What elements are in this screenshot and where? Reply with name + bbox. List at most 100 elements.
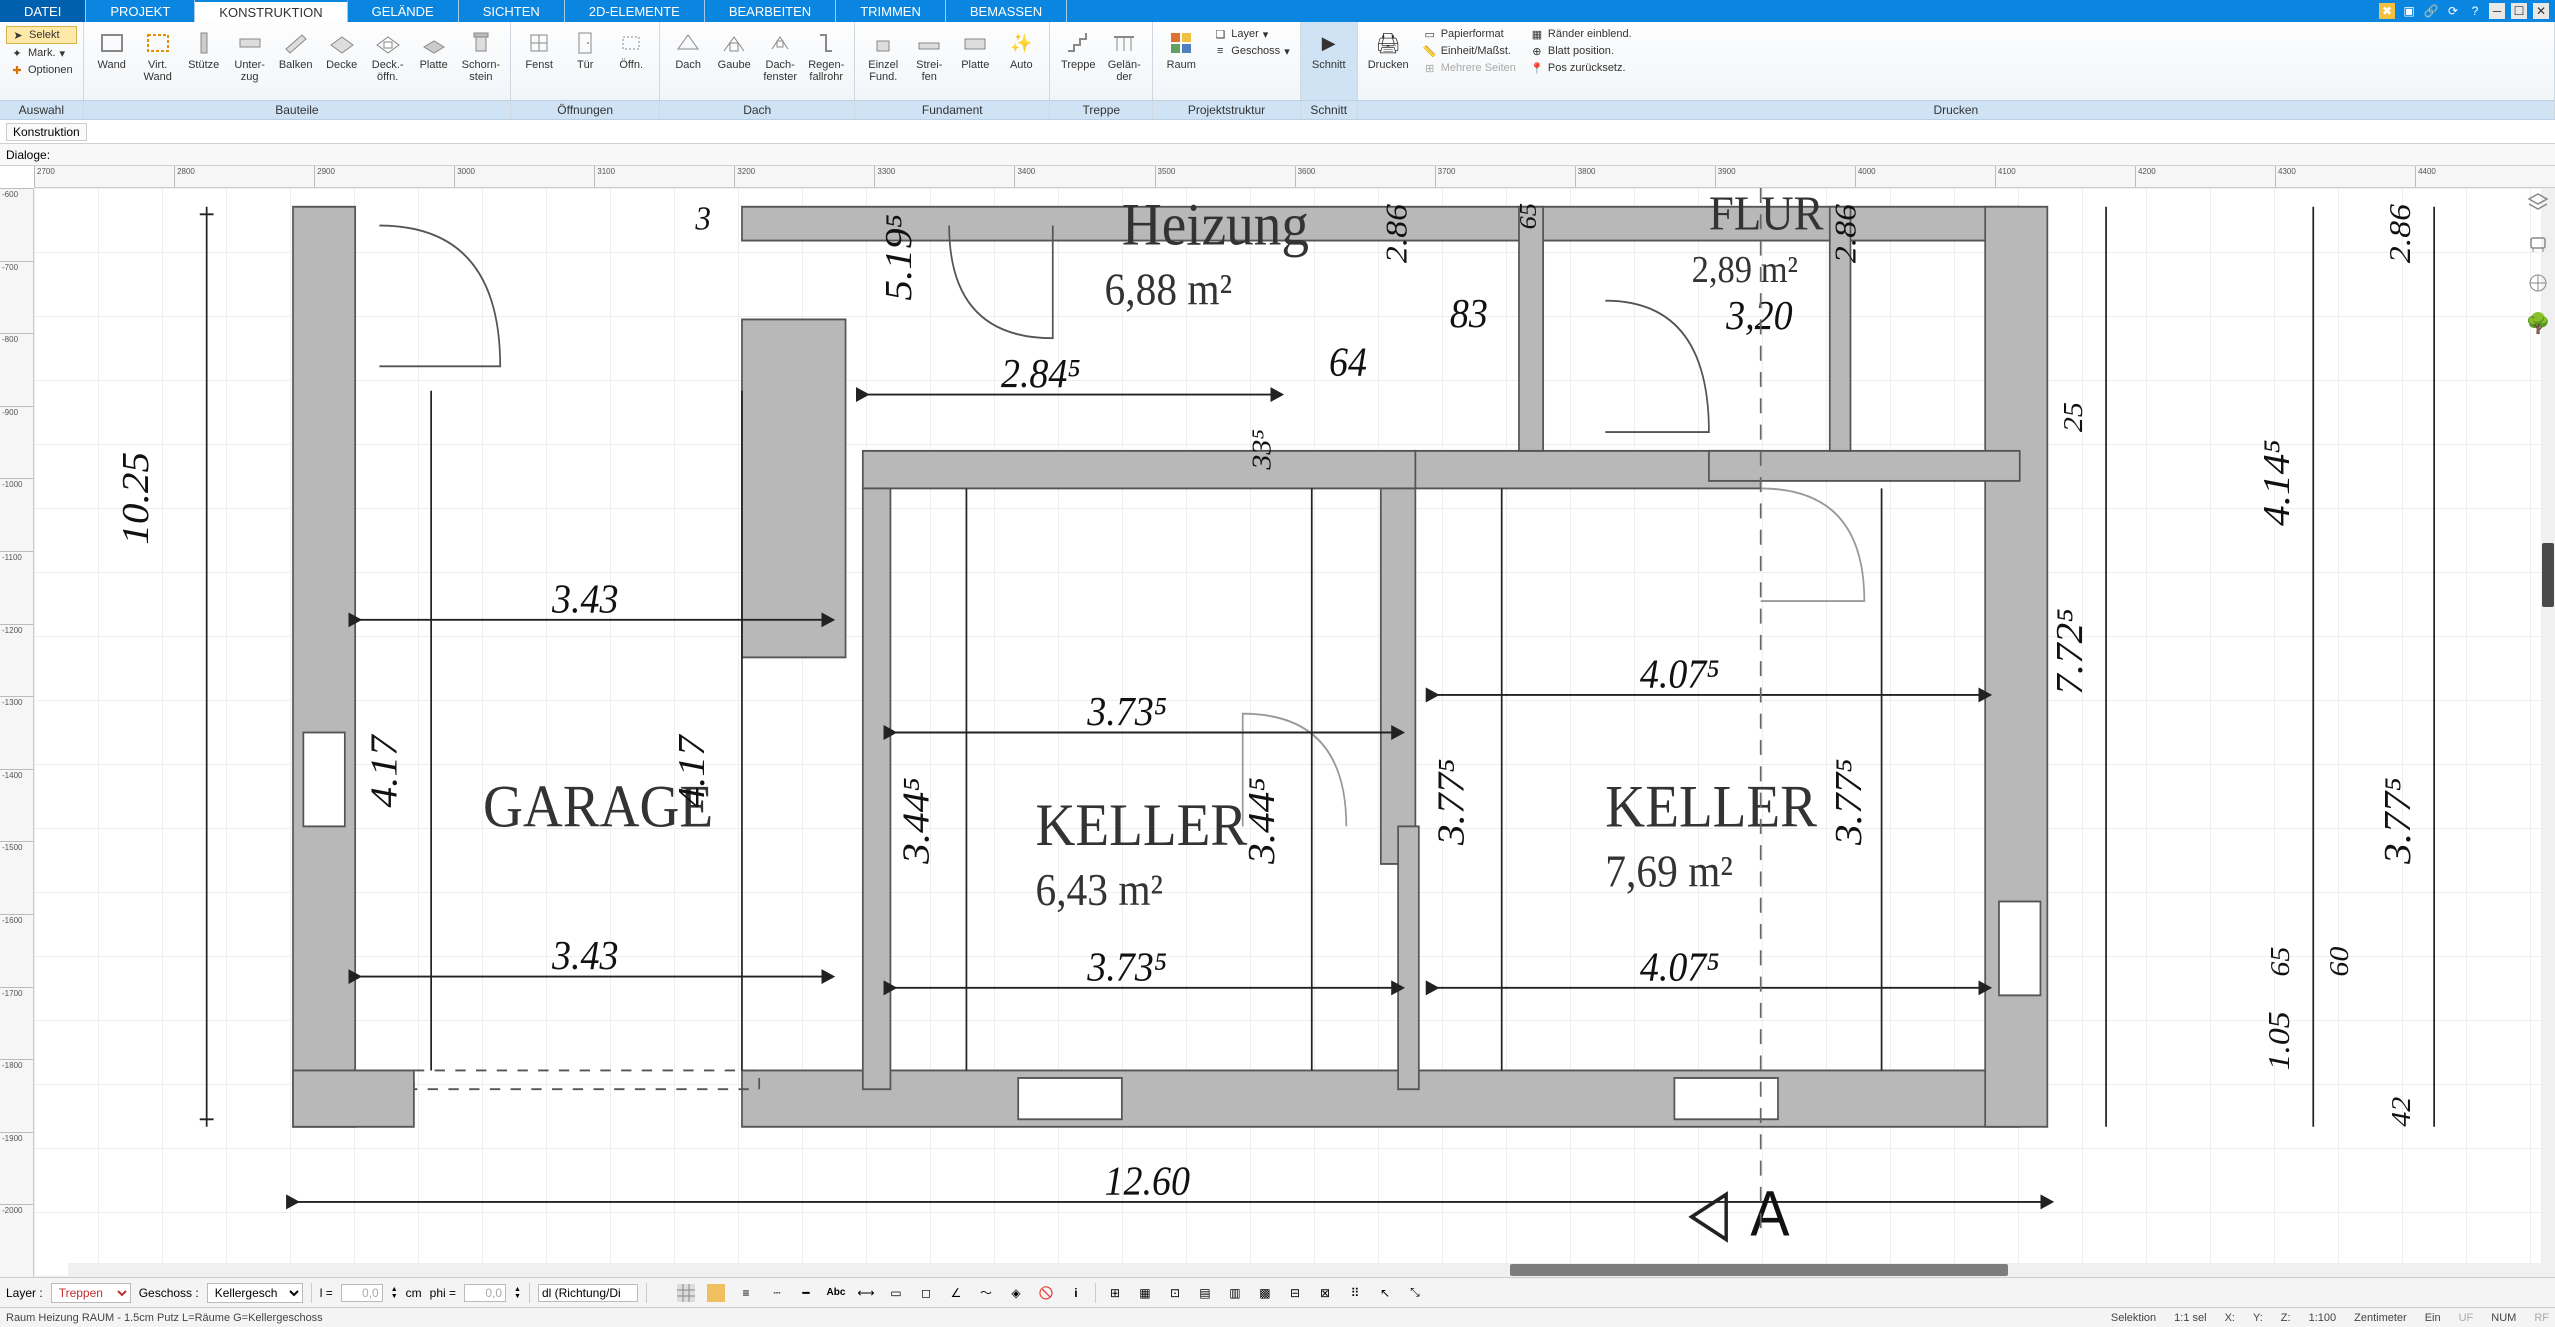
balken-button[interactable]: Balken (274, 26, 318, 74)
grid5-icon[interactable]: ▥ (1224, 1282, 1246, 1304)
grid1-icon[interactable]: ⊞ (1104, 1282, 1126, 1304)
drawing-canvas[interactable]: 2700280029003000310032003300340035003600… (0, 166, 2555, 1277)
geschoss-dropdown[interactable]: ≡Geschoss▾ (1209, 43, 1293, 59)
unterzug-button[interactable]: Unter- zug (228, 26, 272, 86)
gaube-button[interactable]: Gaube (712, 26, 756, 74)
maximize-icon[interactable]: ☐ (2511, 3, 2527, 19)
grid6-icon[interactable]: ▩ (1254, 1282, 1276, 1304)
minimize-icon[interactable]: ─ (2489, 3, 2505, 19)
dachfenster-button[interactable]: Dach- fenster (758, 26, 802, 86)
tab-2delemente[interactable]: 2D-ELEMENTE (565, 0, 705, 22)
phi-input[interactable] (464, 1284, 506, 1302)
scrollbar-horizontal[interactable] (68, 1263, 2555, 1277)
tab-trimmen[interactable]: TRIMMEN (836, 0, 946, 22)
fundplatte-button[interactable]: Platte (953, 26, 997, 74)
dashlines-icon[interactable]: ┄ (765, 1282, 787, 1304)
lines-icon[interactable]: ≡ (735, 1282, 757, 1304)
dots-icon[interactable]: ⠿ (1344, 1282, 1366, 1304)
phi-spin-down[interactable]: ▼ (514, 1293, 521, 1300)
status-message: Raum Heizung RAUM - 1.5cm Putz L=Räume G… (6, 1312, 323, 1324)
l-spin-down[interactable]: ▼ (391, 1293, 398, 1300)
tab-konstruktion[interactable]: KONSTRUKTION (195, 0, 347, 22)
dl-input[interactable] (538, 1284, 638, 1302)
auto-button[interactable]: ✨Auto (999, 26, 1043, 74)
tab-sichten[interactable]: SICHTEN (459, 0, 565, 22)
l-input[interactable] (341, 1284, 383, 1302)
forbidden-icon[interactable]: 🚫 (1035, 1282, 1057, 1304)
platte-button[interactable]: Platte (412, 26, 456, 74)
svg-text:33⁵: 33⁵ (1246, 429, 1277, 471)
streifen-button[interactable]: Strei- fen (907, 26, 951, 86)
rect1-icon[interactable]: ▭ (885, 1282, 907, 1304)
cursor2-icon[interactable]: ↖ (1374, 1282, 1396, 1304)
window-icon[interactable]: ▣ (2401, 3, 2417, 19)
oeffn-button[interactable]: Öffn. (609, 26, 653, 74)
layer-select[interactable]: Treppen (51, 1283, 131, 1303)
selekt-button[interactable]: ➤Selekt (6, 26, 77, 44)
close-icon[interactable]: ✕ (2533, 3, 2549, 19)
tab-gelaende[interactable]: GELÄNDE (348, 0, 459, 22)
svg-text:2.84⁵: 2.84⁵ (1001, 351, 1081, 397)
treppe-button[interactable]: Treppe (1056, 26, 1100, 74)
grid7-icon[interactable]: ⊟ (1284, 1282, 1306, 1304)
fenst-button[interactable]: Fenst (517, 26, 561, 74)
l-spin-up[interactable]: ▲ (391, 1286, 398, 1293)
tab-projekt[interactable]: PROJEKT (86, 0, 195, 22)
virtwand-button[interactable]: Virt. Wand (136, 26, 180, 86)
info-icon[interactable]: i (1065, 1282, 1087, 1304)
tool-icon[interactable]: ✖ (2379, 3, 2395, 19)
drucken-button[interactable]: 🖨Drucken (1364, 26, 1413, 74)
abc-icon[interactable]: Abc (825, 1282, 847, 1304)
dim-icon[interactable]: ⟷ (855, 1282, 877, 1304)
layer-dropdown[interactable]: ❏Layer▾ (1209, 26, 1293, 42)
deckoeffn-button[interactable]: Deck.- öffn. (366, 26, 410, 86)
rect2-icon[interactable]: ◻ (915, 1282, 937, 1304)
tree-icon[interactable]: 🌳 (2525, 310, 2551, 336)
dach-button[interactable]: Dach (666, 26, 710, 74)
raender-button[interactable]: ▦Ränder einblend. (1526, 26, 1636, 42)
diamond-icon[interactable]: ◈ (1005, 1282, 1027, 1304)
einzelfund-button[interactable]: Einzel Fund. (861, 26, 905, 86)
fallrohr-button[interactable]: Regen- fallrohr (804, 26, 848, 86)
mark-button[interactable]: ✦Mark.▾ (6, 45, 77, 61)
hatch2-icon[interactable] (705, 1282, 727, 1304)
link-icon[interactable]: 🔗 (2423, 3, 2439, 19)
decke-button[interactable]: Decke (320, 26, 364, 74)
stuetze-button[interactable]: Stütze (182, 26, 226, 74)
group-dach-label: Dach (660, 100, 854, 119)
grid3-icon[interactable]: ⊡ (1164, 1282, 1186, 1304)
status-y: Y: (2253, 1312, 2263, 1324)
geschoss-select[interactable]: Kellergesch (207, 1283, 303, 1303)
angle-icon[interactable]: ∠ (945, 1282, 967, 1304)
schnitt-button[interactable]: ▶Schnitt (1307, 26, 1351, 74)
tab-bearbeiten[interactable]: BEARBEITEN (705, 0, 836, 22)
grid8-icon[interactable]: ⊠ (1314, 1282, 1336, 1304)
gelaender-button[interactable]: Gelän- der (1102, 26, 1146, 86)
mehrere-button[interactable]: ⊞Mehrere Seiten (1419, 60, 1520, 76)
tab-bemassen[interactable]: BEMASSEN (946, 0, 1067, 22)
navigate-icon[interactable] (2525, 270, 2551, 296)
scrollbar-vertical[interactable] (2541, 188, 2555, 1263)
thick-icon[interactable]: ━ (795, 1282, 817, 1304)
svg-text:64: 64 (1329, 339, 1367, 385)
blattpos-button[interactable]: ⊕Blatt position. (1526, 43, 1636, 59)
layers-panel-icon[interactable] (2525, 190, 2551, 216)
help-icon[interactable]: ? (2467, 3, 2483, 19)
grid2-icon[interactable]: ▦ (1134, 1282, 1156, 1304)
grid4-icon[interactable]: ▤ (1194, 1282, 1216, 1304)
optionen-button[interactable]: ✚Optionen (6, 62, 77, 78)
refresh-icon[interactable]: ⟳ (2445, 3, 2461, 19)
furniture-icon[interactable] (2525, 230, 2551, 256)
tab-datei[interactable]: DATEI (0, 0, 86, 22)
curve-icon[interactable]: 〜 (975, 1282, 997, 1304)
hatch1-icon[interactable] (675, 1282, 697, 1304)
wand-button[interactable]: Wand (90, 26, 134, 74)
einheit-button[interactable]: 📏Einheit/Maßst. (1419, 43, 1520, 59)
papierformat-button[interactable]: ▭Papierformat (1419, 26, 1520, 42)
raum-button[interactable]: Raum (1159, 26, 1203, 74)
cursor3-icon[interactable]: ⤡ (1404, 1282, 1426, 1304)
posreset-button[interactable]: 📍Pos zurücksetz. (1526, 60, 1636, 76)
tuer-button[interactable]: Tür (563, 26, 607, 74)
phi-spin-up[interactable]: ▲ (514, 1286, 521, 1293)
schornstein-button[interactable]: Schorn- stein (458, 26, 505, 86)
